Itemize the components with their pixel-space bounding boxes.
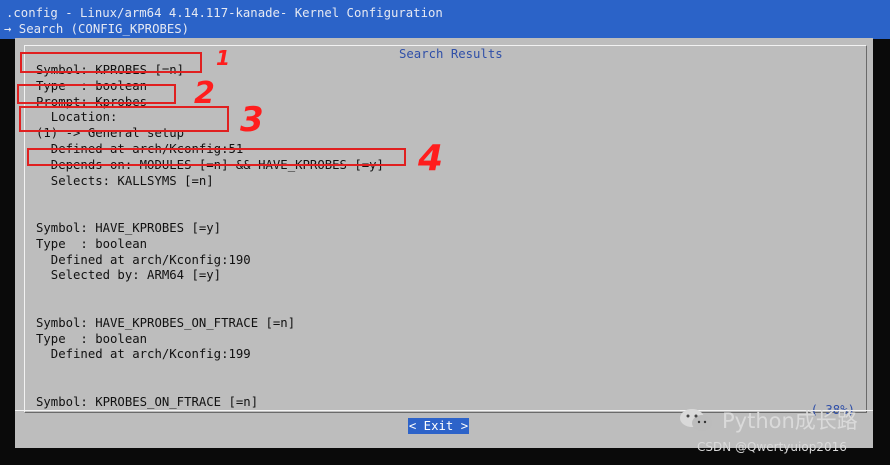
result-line [36, 205, 856, 221]
result-line [36, 363, 856, 379]
result-line [36, 300, 856, 316]
watermark-credit: CSDN @Qwertyuiop2016 [697, 440, 847, 454]
breadcrumb: → Search (CONFIG_KPROBES) [4, 22, 190, 36]
result-line: Defined at arch/Kconfig:190 [36, 252, 251, 267]
dialog-title: Search Results [395, 47, 507, 61]
exit-button[interactable]: < Exit > [408, 418, 469, 434]
result-line: Symbol: HAVE_KPROBES [=y] [36, 220, 222, 235]
annotation-box-1 [20, 52, 202, 73]
result-line: Symbol: HAVE_KPROBES_ON_FTRACE [=n] [36, 315, 296, 330]
annotation-number-4: 4 [418, 138, 444, 179]
watermark-text: Python成长路 [722, 409, 858, 433]
result-line: Type : boolean [36, 331, 148, 346]
result-line: Selected by: ARM64 [=y] [36, 268, 222, 283]
annotation-box-4 [27, 148, 406, 166]
wechat-icon [680, 409, 712, 431]
result-line [36, 379, 856, 395]
annotation-box-2 [17, 84, 176, 104]
result-line: Selects: KALLSYMS [=n] [36, 173, 214, 188]
annotation-number-1: 1 [216, 46, 230, 70]
annotation-number-3: 3 [240, 100, 264, 140]
title-bar: .config - Linux/arm64 4.14.117-kanade- K… [0, 0, 890, 39]
result-line [36, 189, 856, 205]
window-title: .config - Linux/arm64 4.14.117-kanade- K… [6, 6, 443, 20]
annotation-number-2: 2 [194, 76, 215, 111]
result-line [36, 284, 856, 300]
result-line: Type : boolean [36, 236, 148, 251]
result-line: Defined at arch/Kconfig:199 [36, 347, 251, 362]
